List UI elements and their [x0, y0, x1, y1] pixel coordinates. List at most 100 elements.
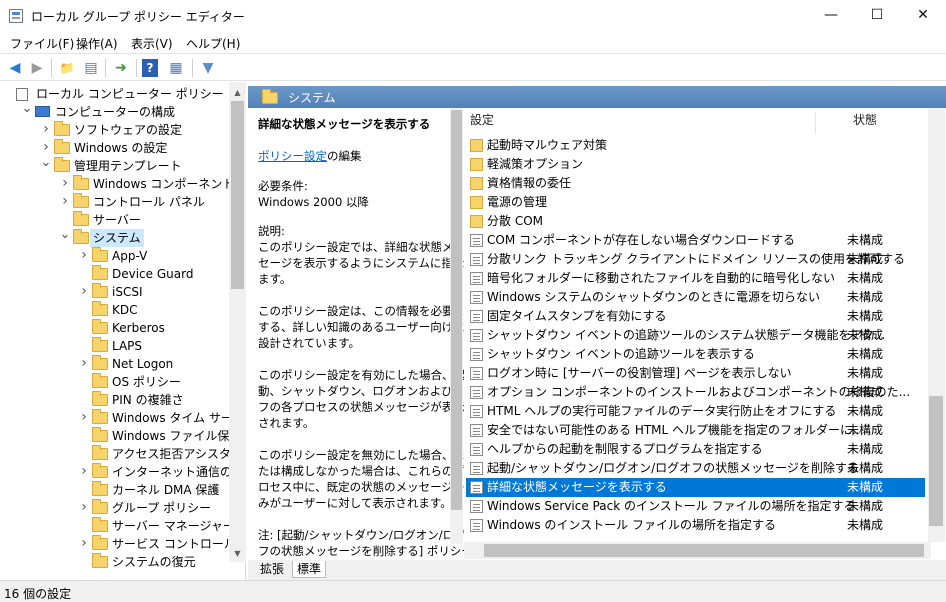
- policy-row[interactable]: 固定タイムスタンプを有効にする 未構成: [466, 307, 925, 326]
- maximize-button[interactable]: ☐: [854, 0, 900, 31]
- tree-item[interactable]: サーバー マネージャー: [0, 517, 235, 535]
- column-header-state[interactable]: 状態: [853, 108, 877, 138]
- tree-item[interactable]: サーバー: [0, 211, 229, 229]
- tree-item[interactable]: › App-V: [0, 247, 229, 265]
- tree-item[interactable]: › Net Logon: [0, 355, 229, 373]
- expand-chevron-icon[interactable]: ›: [78, 535, 90, 552]
- expand-chevron-icon[interactable]: ›: [40, 121, 52, 138]
- tree-item[interactable]: ⌄ コンピューターの構成: [0, 102, 229, 121]
- tree-item[interactable]: › Windows コンポーネント: [0, 175, 234, 193]
- policy-setting-icon: [470, 329, 483, 342]
- list-folder-row[interactable]: 分散 COM: [466, 212, 925, 231]
- expand-chevron-icon[interactable]: ›: [78, 409, 90, 426]
- list-folder-row[interactable]: 電源の管理: [466, 193, 925, 212]
- expand-chevron-icon[interactable]: ›: [78, 355, 90, 372]
- policy-row[interactable]: 詳細な状態メッセージを表示する 未構成: [466, 478, 925, 497]
- tree-item-label: Device Guard: [112, 267, 194, 281]
- policy-state: 未構成: [847, 347, 884, 361]
- expand-chevron-icon[interactable]: ›: [59, 175, 71, 192]
- tree-scroll-thumb[interactable]: [231, 101, 244, 289]
- ext-description-line: たは構成しなかった場合は、これらのプ: [258, 464, 465, 478]
- export-list-icon[interactable]: ➜: [111, 58, 131, 78]
- policy-row[interactable]: Windows のインストール ファイルの場所を指定する 未構成: [466, 516, 925, 535]
- extended-scroll-thumb[interactable]: [451, 110, 462, 510]
- tree-item[interactable]: › コントロール パネル: [0, 193, 229, 211]
- tree-item[interactable]: › iSCSI: [0, 283, 229, 301]
- details-header: システム: [248, 86, 946, 108]
- expand-chevron-icon[interactable]: ›: [78, 283, 90, 300]
- tree-item[interactable]: システムの復元: [0, 553, 229, 571]
- policy-row[interactable]: 分散リンク トラッキング クライアントにドメイン リソースの使用を許可する 未構成: [466, 250, 925, 269]
- tree-item[interactable]: › Windows の設定: [0, 139, 229, 157]
- navigation-tree[interactable]: ローカル コンピューター ポリシー ⌄ コンピューターの構成 › ソフトウェアの設定 › W…: [0, 82, 246, 580]
- tree-item-label: Windows の設定: [74, 141, 168, 155]
- tree-item[interactable]: › ソフトウェアの設定: [0, 121, 229, 139]
- policy-row[interactable]: シャットダウン イベントの追跡ツールのシステム状態データ機能をアク... 未構成: [466, 326, 925, 345]
- policy-setting-icon: [470, 367, 483, 380]
- tree-item[interactable]: カーネル DMA 保護: [0, 481, 229, 499]
- tree-item-label: カーネル DMA 保護: [112, 483, 220, 497]
- properties-icon[interactable]: ▦: [166, 58, 186, 78]
- forward-arrow-icon[interactable]: ▶: [27, 58, 47, 78]
- expand-chevron-icon[interactable]: ›: [78, 247, 90, 264]
- expand-chevron-icon[interactable]: ›: [59, 193, 71, 210]
- scroll-up-icon[interactable]: ▲: [229, 84, 246, 101]
- tree-item[interactable]: LAPS: [0, 337, 229, 355]
- policy-row[interactable]: 安全ではない可能性のある HTML ヘルプ機能を指定のフォルダーに... 未構成: [466, 421, 925, 440]
- expand-chevron-icon[interactable]: ›: [40, 139, 52, 156]
- tree-item[interactable]: ⌄ システム: [0, 228, 229, 247]
- list-folder-row[interactable]: 軽減策オプション: [466, 155, 925, 174]
- policy-setting-icon: [470, 386, 483, 399]
- scroll-down-icon[interactable]: ▼: [229, 545, 246, 562]
- folder-icon: [54, 139, 70, 154]
- tree-item-label: ソフトウェアの設定: [74, 123, 183, 137]
- policy-row[interactable]: ヘルプからの起動を制限するプログラムを指定する 未構成: [466, 440, 925, 459]
- menu-file[interactable]: ファイル(F): [10, 35, 74, 52]
- list-h-scroll-thumb[interactable]: [484, 544, 924, 557]
- tree-item[interactable]: › Windows タイム サービス: [0, 409, 245, 427]
- show-hide-tree-icon[interactable]: ▤: [81, 58, 101, 78]
- tree-item[interactable]: KDC: [0, 301, 229, 319]
- filter-icon[interactable]: ▼: [198, 58, 218, 78]
- list-folder-row[interactable]: 起動時マルウェア対策: [466, 136, 925, 155]
- tree-item[interactable]: Device Guard: [0, 265, 229, 283]
- policy-row[interactable]: ログオン時に [サーバーの役割管理] ページを表示しない 未構成: [466, 364, 925, 383]
- menu-view[interactable]: 表示(V): [131, 35, 173, 52]
- tree-item[interactable]: Kerberos: [0, 319, 229, 337]
- policy-row[interactable]: オプション コンポーネントのインストールおよびコンポーネントの修復のた... 未構…: [466, 383, 925, 402]
- expand-chevron-icon[interactable]: ›: [78, 499, 90, 516]
- up-folder-icon[interactable]: 📁: [57, 58, 77, 78]
- tree-item[interactable]: Windows ファイル保護: [0, 427, 241, 445]
- collapse-chevron-icon[interactable]: ⌄: [59, 228, 71, 241]
- tree-item[interactable]: › インターネット通信の管理: [0, 463, 245, 481]
- help-icon[interactable]: ?: [142, 59, 158, 77]
- edit-policy-link[interactable]: ポリシー設定: [258, 149, 327, 163]
- tree-item[interactable]: ⌄ 管理用テンプレート: [0, 156, 229, 175]
- close-button[interactable]: ✕: [900, 0, 946, 31]
- minimize-button[interactable]: —: [808, 0, 854, 31]
- policy-row[interactable]: HTML ヘルプの実行可能ファイルのデータ実行防止をオフにする 未構成: [466, 402, 925, 421]
- column-header-setting[interactable]: 設定: [470, 108, 494, 138]
- tab-extended[interactable]: 拡張: [256, 561, 288, 578]
- back-arrow-icon[interactable]: ◀: [5, 58, 25, 78]
- tree-item[interactable]: PIN の複雑さ: [0, 391, 229, 409]
- tree-item[interactable]: › グループ ポリシー: [0, 499, 229, 517]
- policy-row[interactable]: Windows システムのシャットダウンのときに電源を切らない 未構成: [466, 288, 925, 307]
- expand-chevron-icon[interactable]: ›: [78, 463, 90, 480]
- policy-row[interactable]: 暗号化フォルダーに移動されたファイルを自動的に暗号化しない 未構成: [466, 269, 925, 288]
- collapse-chevron-icon[interactable]: ⌄: [21, 102, 33, 115]
- policy-row[interactable]: COM コンポーネントが存在しない場合ダウンロードする 未構成: [466, 231, 925, 250]
- collapse-chevron-icon[interactable]: ⌄: [40, 156, 52, 169]
- tree-item[interactable]: OS ポリシー: [0, 373, 229, 391]
- list-v-scroll-thumb[interactable]: [929, 396, 943, 526]
- tab-standard[interactable]: 標準: [292, 561, 327, 578]
- menu-action[interactable]: 操作(A): [76, 35, 118, 52]
- list-folder-row[interactable]: 資格情報の委任: [466, 174, 925, 193]
- tree-item[interactable]: › サービス コントロール マネージャー: [0, 535, 245, 553]
- tree-item[interactable]: アクセス拒否アシスタンス: [0, 445, 245, 463]
- policy-row[interactable]: Windows Service Pack のインストール ファイルの場所を指定す…: [466, 497, 925, 516]
- policy-row[interactable]: 起動/シャットダウン/ログオン/ログオフの状態メッセージを削除する 未構成: [466, 459, 925, 478]
- policy-row[interactable]: シャットダウン イベントの追跡ツールを表示する 未構成: [466, 345, 925, 364]
- menu-help[interactable]: ヘルプ(H): [186, 35, 240, 52]
- tree-item[interactable]: ローカル コンピューター ポリシー: [0, 85, 229, 103]
